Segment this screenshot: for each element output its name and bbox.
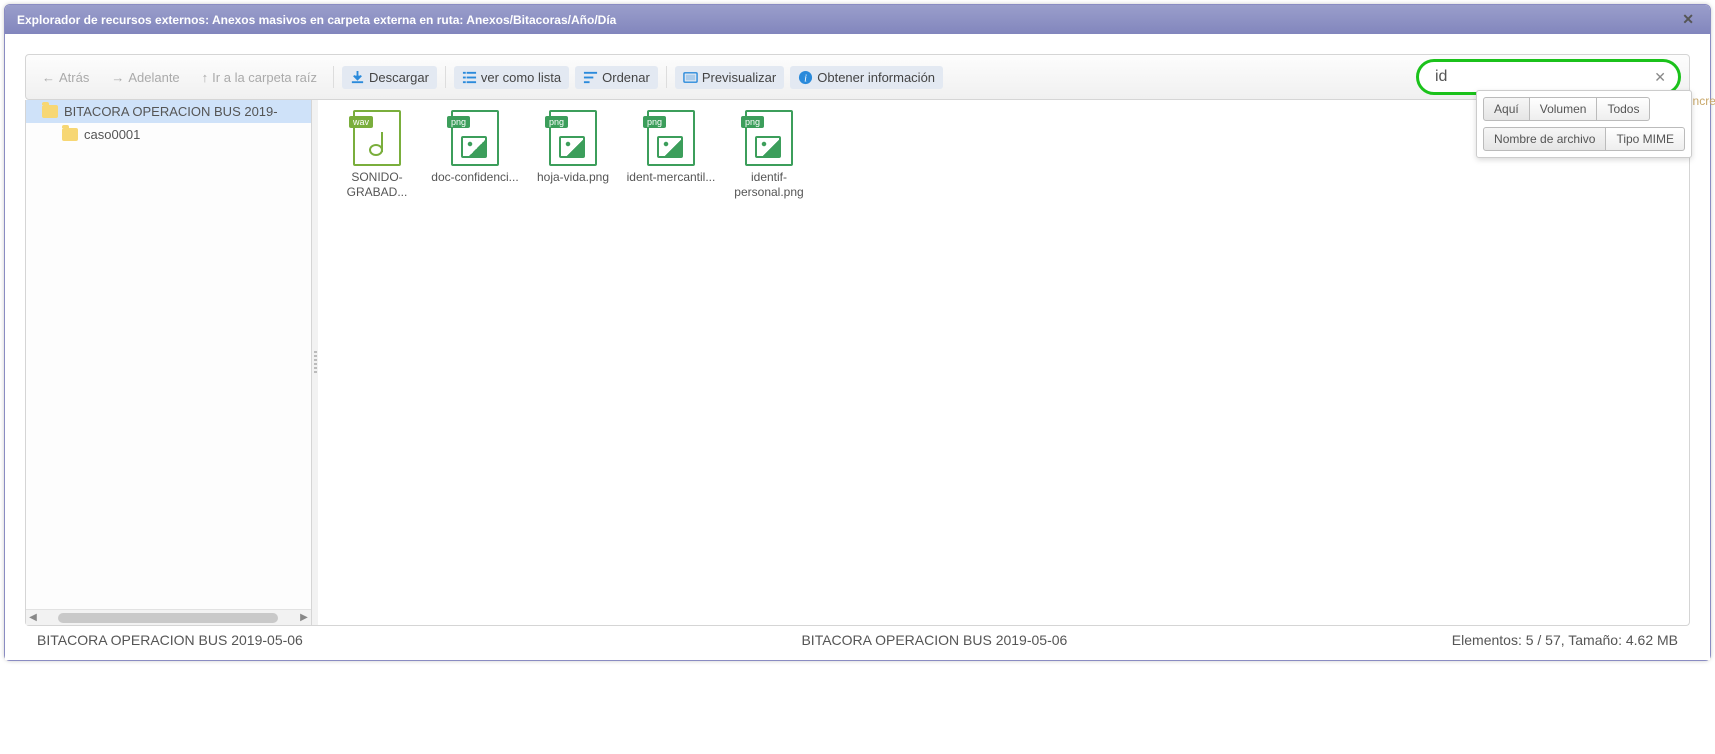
file-item[interactable]: png ident-mercantil...	[622, 106, 720, 204]
file-grid[interactable]: wav SONIDO-GRABAD... png doc-confidenci.…	[318, 100, 1689, 625]
titlebar[interactable]: Explorador de recursos externos: Anexos …	[5, 5, 1710, 34]
root-label: Ir a la carpeta raíz	[212, 70, 317, 85]
toolbar-separator	[445, 66, 446, 88]
file-icon: png	[647, 110, 695, 166]
search-scope-volume[interactable]: Volumen	[1530, 97, 1598, 121]
explorer-window: Explorador de recursos externos: Anexos …	[4, 4, 1711, 661]
file-badge: png	[545, 116, 568, 128]
search-input[interactable]	[1425, 64, 1648, 90]
file-label: identif-personal.png	[722, 170, 816, 200]
search-field-mime[interactable]: Tipo MIME	[1606, 127, 1685, 151]
svg-text:i: i	[804, 73, 807, 84]
status-summary: Elementos: 5 / 57, Tamaño: 4.62 MB	[1452, 632, 1678, 648]
file-label: doc-confidenci...	[428, 170, 522, 185]
explorer-body: BITACORA OPERACION BUS 2019- caso0001 ◀ …	[25, 100, 1690, 626]
tree-item[interactable]: BITACORA OPERACION BUS 2019-	[26, 100, 311, 123]
tree-item[interactable]: caso0001	[26, 123, 311, 146]
search-field-row: Nombre de archivo Tipo MIME	[1483, 127, 1685, 151]
file-icon: png	[549, 110, 597, 166]
tree-horizontal-scrollbar[interactable]: ◀ ▶	[26, 609, 311, 625]
arrow-left-icon: ←	[42, 70, 55, 85]
info-button[interactable]: i Obtener información	[790, 66, 943, 89]
file-badge: png	[447, 116, 470, 128]
image-glyph-icon	[657, 136, 683, 158]
file-icon: png	[745, 110, 793, 166]
scroll-thumb[interactable]	[58, 613, 278, 623]
scroll-right-icon[interactable]: ▶	[297, 612, 311, 623]
image-glyph-icon	[461, 136, 487, 158]
download-icon	[350, 70, 365, 85]
status-bar: BITACORA OPERACION BUS 2019-05-06 BITACO…	[25, 626, 1690, 660]
toolbar-separator	[333, 66, 334, 88]
file-icon: png	[451, 110, 499, 166]
folder-icon	[42, 105, 58, 118]
toolbar: ← Atrás → Adelante ↑ Ir a la carpeta raí…	[25, 54, 1690, 100]
download-button[interactable]: Descargar	[342, 66, 437, 89]
back-label: Atrás	[59, 70, 89, 85]
folder-icon	[62, 128, 78, 141]
image-glyph-icon	[559, 136, 585, 158]
sort-icon	[583, 70, 598, 85]
info-label: Obtener información	[817, 70, 935, 85]
arrow-right-icon: →	[111, 70, 124, 85]
file-badge: wav	[349, 116, 373, 128]
search-scope-here[interactable]: Aquí	[1483, 97, 1530, 121]
file-label: ident-mercantil...	[624, 170, 718, 185]
close-icon[interactable]: ✕	[1678, 11, 1698, 28]
file-label: hoja-vida.png	[526, 170, 620, 185]
clear-search-icon[interactable]: ✕	[1648, 69, 1672, 86]
list-view-label: ver como lista	[481, 70, 561, 85]
file-badge: png	[741, 116, 764, 128]
file-item[interactable]: wav SONIDO-GRABAD...	[328, 106, 426, 204]
info-icon: i	[798, 70, 813, 85]
root-button[interactable]: ↑ Ir a la carpeta raíz	[194, 66, 325, 89]
download-label: Descargar	[369, 70, 429, 85]
list-icon	[462, 70, 477, 85]
back-button[interactable]: ← Atrás	[34, 66, 97, 89]
file-icon: wav	[353, 110, 401, 166]
file-badge: png	[643, 116, 666, 128]
search-options-popup: Aquí Volumen Todos Nombre de archivo Tip…	[1476, 90, 1692, 158]
file-label: SONIDO-GRABAD...	[330, 170, 424, 200]
scroll-left-icon[interactable]: ◀	[26, 612, 40, 623]
search-scope-row: Aquí Volumen Todos	[1483, 97, 1685, 121]
forward-label: Adelante	[128, 70, 179, 85]
audio-note-icon	[369, 132, 383, 156]
grip-icon	[314, 351, 317, 375]
image-glyph-icon	[755, 136, 781, 158]
tree-item-label: BITACORA OPERACION BUS 2019-	[64, 104, 278, 119]
file-item[interactable]: png doc-confidenci...	[426, 106, 524, 204]
sort-button[interactable]: Ordenar	[575, 66, 658, 89]
file-item[interactable]: png hoja-vida.png	[524, 106, 622, 204]
forward-button[interactable]: → Adelante	[103, 66, 187, 89]
preview-button[interactable]: Previsualizar	[675, 66, 784, 89]
arrow-up-icon: ↑	[202, 70, 209, 85]
search-scope-all[interactable]: Todos	[1597, 97, 1650, 121]
list-view-button[interactable]: ver como lista	[454, 66, 569, 89]
folder-tree[interactable]: BITACORA OPERACION BUS 2019- caso0001 ◀ …	[26, 100, 312, 625]
file-item[interactable]: png identif-personal.png	[720, 106, 818, 204]
status-path-left: BITACORA OPERACION BUS 2019-05-06	[37, 632, 417, 648]
window-title: Explorador de recursos externos: Anexos …	[17, 13, 1678, 27]
search-field-filename[interactable]: Nombre de archivo	[1483, 127, 1606, 151]
preview-icon	[683, 70, 698, 85]
preview-label: Previsualizar	[702, 70, 776, 85]
status-path-center: BITACORA OPERACION BUS 2019-05-06	[417, 632, 1452, 648]
toolbar-separator	[666, 66, 667, 88]
tree-item-label: caso0001	[84, 127, 140, 142]
sort-label: Ordenar	[602, 70, 650, 85]
